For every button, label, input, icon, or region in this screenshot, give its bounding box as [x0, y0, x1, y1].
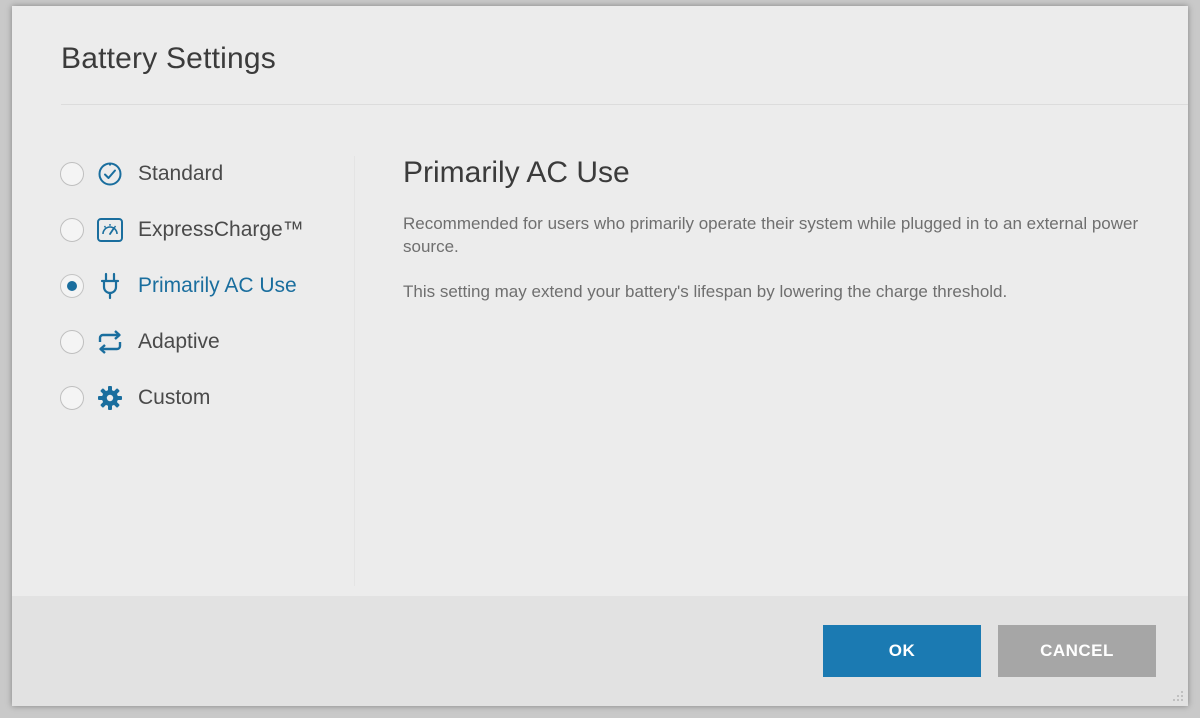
option-adaptive[interactable]: Adaptive	[56, 314, 356, 370]
option-label-standard: Standard	[138, 162, 224, 185]
panel-divider	[354, 156, 355, 586]
gauge-icon	[96, 216, 124, 244]
cancel-button[interactable]: CANCEL	[998, 625, 1156, 677]
plug-icon	[96, 272, 124, 300]
option-custom[interactable]: Custom	[56, 370, 356, 426]
cycle-arrows-icon	[96, 328, 124, 356]
option-standard[interactable]: Standard	[56, 146, 356, 202]
radio-expresscharge[interactable]	[60, 218, 84, 242]
dialog-title: Battery Settings	[61, 42, 276, 75]
ok-button[interactable]: OK	[823, 625, 981, 677]
resize-grip-icon[interactable]	[1172, 690, 1184, 702]
dialog-header: Battery Settings	[12, 6, 1188, 106]
option-expresscharge[interactable]: ExpressCharge™	[56, 202, 356, 258]
option-label-expresscharge: ExpressCharge™	[138, 218, 304, 241]
detail-note: This setting may extend your battery's l…	[403, 282, 1008, 301]
battery-settings-dialog: Battery Settings Standard ExpressCharge™…	[12, 6, 1188, 706]
clock-check-icon	[96, 160, 124, 188]
option-detail-panel: Primarily AC Use Recommended for users w…	[403, 156, 1163, 325]
header-divider	[61, 104, 1188, 105]
option-label-primarily-ac-use: Primarily AC Use	[138, 274, 297, 297]
radio-adaptive[interactable]	[60, 330, 84, 354]
detail-title: Primarily AC Use	[403, 156, 630, 189]
battery-mode-options: Standard ExpressCharge™ Primarily AC Use…	[56, 146, 356, 426]
detail-description: Recommended for users who primarily oper…	[403, 214, 1139, 256]
dialog-footer: OK CANCEL	[12, 596, 1188, 706]
option-primarily-ac-use[interactable]: Primarily AC Use	[56, 258, 356, 314]
radio-custom[interactable]	[60, 386, 84, 410]
gear-icon	[96, 384, 124, 412]
option-label-adaptive: Adaptive	[138, 330, 220, 353]
radio-primarily-ac-use[interactable]	[60, 274, 84, 298]
option-label-custom: Custom	[138, 386, 211, 409]
radio-standard[interactable]	[60, 162, 84, 186]
